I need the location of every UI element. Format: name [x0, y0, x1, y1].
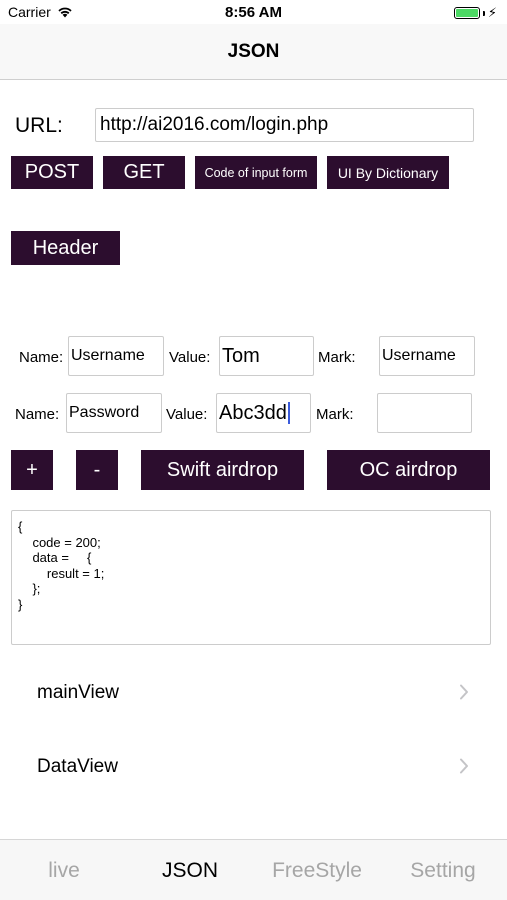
- param-value-text: Abc3dd: [219, 401, 287, 424]
- charging-bolt-icon: ⚡: [487, 5, 497, 20]
- chevron-right-icon: [460, 758, 468, 774]
- tab-freestyle[interactable]: FreeStyle: [254, 859, 380, 883]
- param-mark-input[interactable]: [377, 393, 472, 433]
- row-label: DataView: [37, 756, 118, 777]
- post-button[interactable]: POST: [11, 156, 93, 189]
- code-of-input-form-button[interactable]: Code of input form: [195, 156, 317, 189]
- param-mark-label: Mark:: [318, 349, 356, 366]
- swift-airdrop-button[interactable]: Swift airdrop: [141, 450, 304, 490]
- tab-setting[interactable]: Setting: [380, 859, 506, 883]
- param-value-input[interactable]: Abc3dd: [216, 393, 311, 433]
- param-mark-input[interactable]: Username: [379, 336, 475, 376]
- row-label: mainView: [37, 682, 120, 703]
- param-value-label: Value:: [169, 349, 211, 366]
- row-main-view[interactable]: mainView: [0, 656, 507, 730]
- json-output-textview[interactable]: { code = 200; data = { result = 1; }; }: [11, 510, 491, 645]
- remove-param-button[interactable]: -: [76, 450, 118, 490]
- page-title: JSON: [227, 41, 280, 62]
- get-button[interactable]: GET: [103, 156, 185, 189]
- navigation-bar: JSON: [0, 24, 507, 80]
- oc-airdrop-button[interactable]: OC airdrop: [327, 450, 490, 490]
- tab-live[interactable]: live: [1, 859, 127, 883]
- url-input[interactable]: [95, 108, 474, 142]
- header-button[interactable]: Header: [11, 231, 120, 265]
- chevron-right-icon: [460, 684, 468, 700]
- battery-icon: ⚡: [453, 5, 497, 20]
- tab-json[interactable]: JSON: [127, 859, 253, 883]
- status-time: 8:56 AM: [225, 4, 282, 21]
- param-name-label: Name:: [19, 349, 64, 366]
- param-value-label: Value:: [166, 406, 208, 423]
- url-label: URL:: [15, 114, 63, 137]
- add-param-button[interactable]: +: [11, 450, 53, 490]
- param-name-input[interactable]: Password: [66, 393, 162, 433]
- param-mark-label: Mark:: [316, 406, 354, 423]
- param-value-input[interactable]: Tom: [219, 336, 314, 376]
- param-name-label: Name:: [15, 406, 60, 423]
- text-cursor: [287, 402, 290, 424]
- param-name-input[interactable]: Username: [68, 336, 164, 376]
- row-data-view[interactable]: DataView: [0, 730, 507, 804]
- ui-by-dictionary-button[interactable]: UI By Dictionary: [327, 156, 449, 189]
- tab-bar: live JSON FreeStyle Setting: [0, 839, 507, 900]
